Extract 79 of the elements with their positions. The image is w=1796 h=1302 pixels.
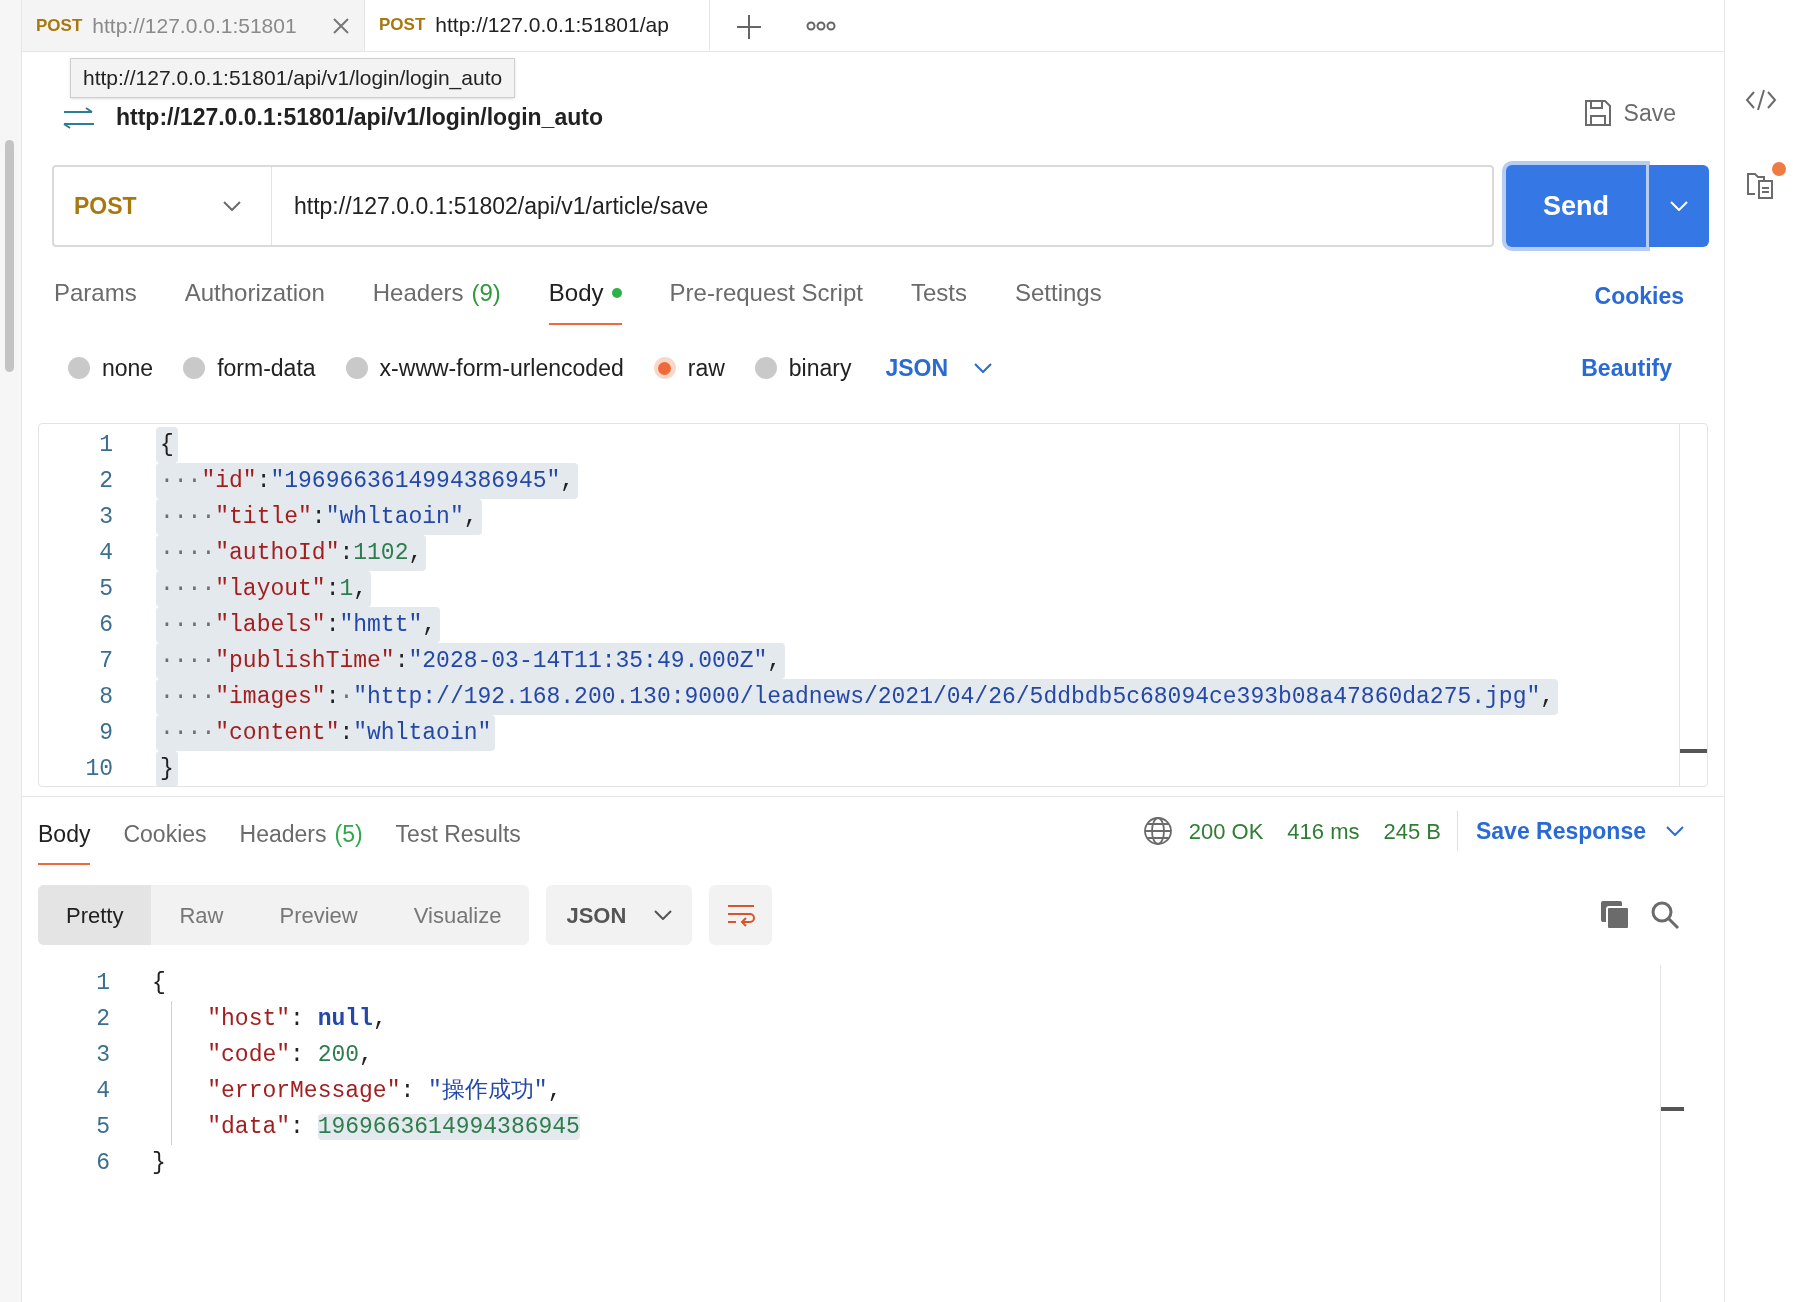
line-number: 1 (99, 431, 113, 460)
code-line: "code": 200, (206, 1041, 373, 1070)
code-icon[interactable] (1744, 88, 1777, 112)
radio-button[interactable] (68, 357, 90, 379)
response-tab[interactable]: Test Results (395, 816, 521, 865)
line-number: 9 (99, 719, 113, 748)
request-tab[interactable]: Settings (1014, 275, 1102, 325)
line-number: 4 (96, 1077, 110, 1106)
more-icon[interactable] (806, 19, 836, 32)
view-mode-tab[interactable]: Visualize (385, 885, 530, 945)
format-dropdown[interactable]: JSON (885, 350, 993, 386)
line-number: 2 (96, 1005, 110, 1034)
radio-button[interactable] (345, 357, 368, 379)
chevron-down-icon (223, 201, 241, 211)
response-tab[interactable]: Headers (5) (239, 816, 363, 865)
copy-icon[interactable] (1600, 900, 1630, 930)
line-number: 4 (99, 539, 113, 568)
line-number: 5 (96, 1113, 110, 1142)
code-line: { (152, 969, 166, 998)
code-line: "host": null, (206, 1005, 387, 1034)
save-response-button[interactable]: Save Response (1475, 813, 1684, 849)
close-icon[interactable] (332, 16, 350, 35)
status-code: 200 OK (1188, 817, 1264, 846)
request-tab[interactable]: Params (54, 275, 137, 325)
request-tab[interactable]: POST http://127.0.0.1:51801 (22, 0, 365, 51)
line-number: 6 (99, 611, 113, 640)
radio-label[interactable]: none (102, 350, 154, 386)
code-line: } (152, 1149, 166, 1178)
code-line: "errorMessage": "操作成功", (206, 1077, 562, 1106)
request-tab[interactable]: Headers (9) (372, 275, 501, 325)
scrollbar-thumb[interactable] (5, 140, 14, 372)
radio-label[interactable]: x-www-form-urlencoded (379, 350, 624, 386)
line-number: 5 (99, 575, 113, 604)
radio-label[interactable]: binary (788, 350, 852, 386)
code-editor[interactable] (38, 423, 1708, 787)
response-size: 245 B (1383, 817, 1441, 846)
scrollbar-thumb[interactable] (1680, 749, 1707, 753)
method-dropdown[interactable]: POST (54, 167, 272, 245)
request-tab[interactable]: Pre-request Script (669, 275, 863, 325)
chevron-down-icon (974, 363, 993, 373)
radio-label[interactable]: raw (687, 350, 725, 386)
line-number: 8 (99, 683, 113, 712)
request-tab[interactable]: Body (548, 275, 622, 325)
beautify-link[interactable]: Beautify (1581, 350, 1672, 386)
request-tab[interactable]: Authorization (184, 275, 325, 325)
line-number: 1 (96, 969, 110, 998)
url-field[interactable]: POST http://127.0.0.1:51802/api/v1/article/save (52, 165, 1494, 247)
radio-button[interactable] (183, 357, 206, 379)
radio-label[interactable]: form-data (217, 350, 316, 386)
view-mode-tab[interactable]: Pretty (38, 885, 152, 945)
wrap-lines-button[interactable] (709, 885, 773, 945)
line-number: 3 (99, 503, 113, 532)
search-icon[interactable] (1650, 900, 1680, 930)
save-button[interactable]: Save (1583, 95, 1676, 130)
radio-button[interactable] (653, 357, 676, 379)
document-icon[interactable] (1745, 170, 1776, 200)
url-tooltip: http://127.0.0.1:51801/api/v1/login/login_auto (70, 58, 516, 98)
plus-icon[interactable] (736, 13, 762, 40)
request-title: http://127.0.0.1:51801/api/v1/login/login_auto (116, 102, 603, 132)
chevron-down-icon (1666, 826, 1684, 836)
response-tab[interactable]: Cookies (123, 816, 207, 865)
line-number: 7 (99, 647, 113, 676)
line-number: 10 (85, 755, 113, 784)
globe-icon[interactable] (1142, 816, 1173, 846)
view-mode-tab[interactable]: Preview (251, 885, 386, 945)
response-time: 416 ms (1287, 817, 1360, 846)
line-number: 6 (96, 1149, 110, 1178)
wrap-lines-icon (725, 903, 756, 927)
chevron-down-icon (654, 910, 673, 920)
response-tab[interactable]: Body (38, 816, 91, 865)
line-number: 2 (99, 467, 113, 496)
scrollbar-thumb[interactable] (1661, 1107, 1684, 1111)
radio-button[interactable] (754, 357, 777, 379)
request-tab[interactable]: Tests (910, 275, 967, 325)
format-dropdown[interactable]: JSON (546, 885, 693, 945)
view-mode-tab[interactable]: Raw (151, 885, 252, 945)
chevron-down-icon (1670, 201, 1688, 211)
cookies-link[interactable]: Cookies (1594, 278, 1684, 325)
line-number: 3 (96, 1041, 110, 1070)
